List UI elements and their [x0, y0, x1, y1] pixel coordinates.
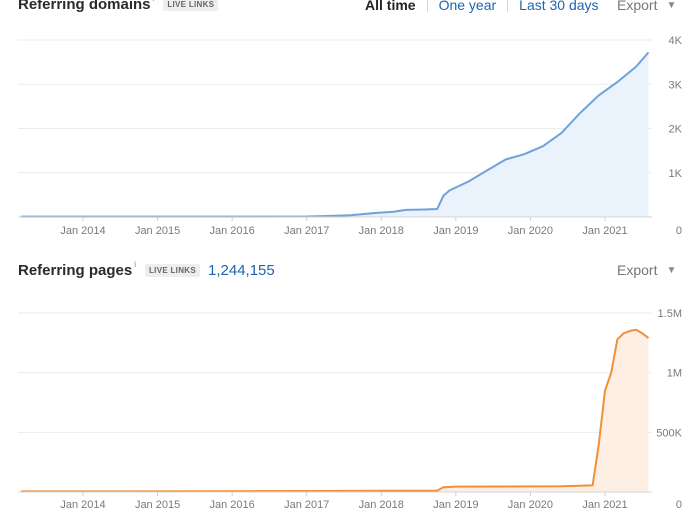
y-tick-label: 2K [669, 124, 683, 136]
x-tick-label: Jan 2017 [284, 225, 329, 237]
referring-pages-line [20, 328, 650, 493]
x-tick-label: Jan 2014 [60, 225, 105, 237]
y-tick-label: 0 [676, 499, 682, 511]
info-icon[interactable]: i [134, 260, 136, 269]
y-tick-label: 500K [656, 427, 682, 439]
x-tick-label: Jan 2018 [359, 225, 404, 237]
x-tick-label: Jan 2016 [210, 499, 255, 511]
y-tick-label: 3K [669, 79, 683, 91]
referring-pages-area [20, 329, 649, 492]
x-tick-label: Jan 2019 [433, 499, 478, 511]
x-tick-label: Jan 2014 [60, 499, 105, 511]
x-tick-label: Jan 2019 [433, 225, 478, 237]
x-tick-label: Jan 2021 [582, 499, 627, 511]
referring-domains-chart: 0 1K 2K 3K 4K Jan 2014 Jan 2015 Jan 2016 Jan 201… [18, 35, 683, 237]
caret-down-icon: ▼ [666, 264, 677, 276]
x-tick-label: Jan 2016 [210, 225, 255, 237]
referring-pages-total: 1,244,155 [208, 262, 275, 279]
y-tick-label: 1K [669, 168, 683, 180]
x-tick-label: Jan 2020 [508, 499, 553, 511]
pages-panel-title: Referring pages i LIVE LINKS 1,244,155 [18, 260, 275, 279]
pages-export-button[interactable]: Export ▼ [617, 262, 676, 278]
x-tick-label: Jan 2018 [359, 499, 404, 511]
referring-domains-area [20, 52, 649, 218]
y-tick-label: 0 [676, 225, 682, 237]
referring-pages-chart: 0 500K 1M 1.5M Jan 2014 Jan 2015 Jan 2016 Jan 2… [18, 308, 683, 511]
x-tick-label: Jan 2020 [508, 225, 553, 237]
x-tick-label: Jan 2015 [135, 499, 180, 511]
export-label: Export [617, 262, 658, 278]
y-tick-label: 1M [667, 368, 682, 380]
pages-title-text: Referring pages [18, 262, 133, 279]
y-tick-label: 4K [669, 35, 683, 47]
x-tick-label: Jan 2017 [284, 499, 329, 511]
x-tick-label: Jan 2015 [135, 225, 180, 237]
y-tick-label: 1.5M [658, 308, 682, 320]
x-tick-label: Jan 2021 [582, 225, 627, 237]
live-links-badge: LIVE LINKS [144, 264, 200, 277]
